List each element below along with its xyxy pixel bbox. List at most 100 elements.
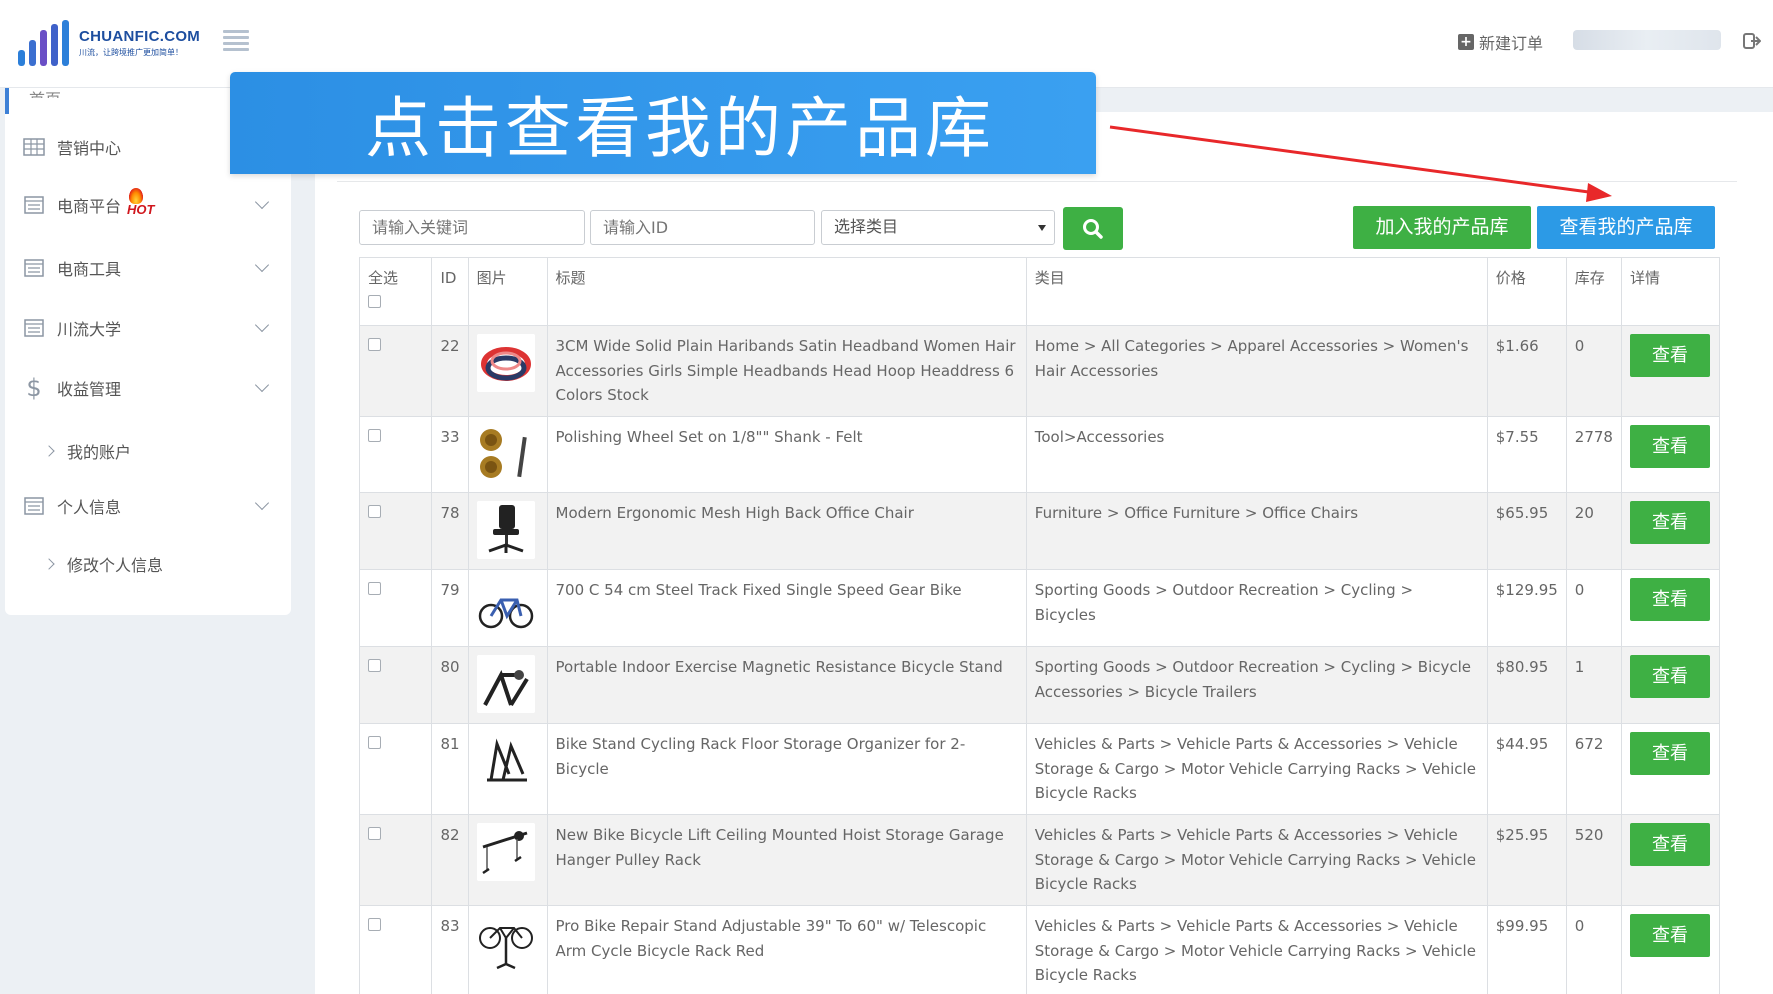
row-checkbox[interactable] xyxy=(368,827,381,840)
select-all-header: 全选 xyxy=(358,257,433,326)
row-checkbox[interactable] xyxy=(368,582,381,595)
row-id: 79 xyxy=(431,569,469,647)
row-title[interactable]: Pro Bike Repair Stand Adjustable 39" To … xyxy=(546,905,1027,994)
row-title[interactable]: Bike Stand Cycling Rack Floor Storage Or… xyxy=(546,723,1027,815)
product-table: 全选 ID 图片 标题 类目 价格 库存 详情 22 3CM Wide Soli… xyxy=(358,257,1721,994)
row-category: Vehicles & Parts > Vehicle Parts & Acces… xyxy=(1025,814,1488,906)
chevron-down-icon[interactable] xyxy=(254,257,270,273)
sidebar-subitem-label: 修改个人信息 xyxy=(67,556,164,575)
table-row: 83 Pro Bike Repair Stand Adjustable 39" … xyxy=(358,905,1721,994)
row-id: 22 xyxy=(431,325,469,417)
table-row: 78 Modern Ergonomic Mesh High Back Offic… xyxy=(358,492,1721,570)
chevron-down-icon[interactable] xyxy=(254,317,270,333)
view-detail-button[interactable]: 查看 xyxy=(1629,334,1710,377)
row-title[interactable]: 700 C 54 cm Steel Track Fixed Single Spe… xyxy=(546,569,1027,647)
chevron-down-icon[interactable] xyxy=(254,495,270,511)
row-price: $25.95 xyxy=(1486,814,1567,906)
row-stock: 0 xyxy=(1565,325,1622,417)
view-detail-button[interactable]: 查看 xyxy=(1629,425,1710,468)
table-row: 22 3CM Wide Solid Plain Haribands Satin … xyxy=(358,325,1721,417)
keyword-search-input[interactable] xyxy=(359,210,585,245)
stock-header: 库存 xyxy=(1565,257,1622,326)
sidebar-item-earnings[interactable]: $ 收益管理 xyxy=(23,376,121,400)
chevron-down-icon[interactable] xyxy=(254,194,270,210)
view-detail-button[interactable]: 查看 xyxy=(1629,732,1710,775)
sidebar-subitem-my-account[interactable]: 我的账户 xyxy=(43,439,131,463)
search-button[interactable] xyxy=(1063,207,1123,250)
row-title[interactable]: Modern Ergonomic Mesh High Back Office C… xyxy=(546,492,1027,570)
view-detail-button[interactable]: 查看 xyxy=(1629,501,1710,544)
sidebar-item-university[interactable]: 川流大学 xyxy=(23,316,121,340)
row-checkbox[interactable] xyxy=(368,918,381,931)
row-stock: 672 xyxy=(1565,723,1622,815)
row-stock: 20 xyxy=(1565,492,1622,570)
row-category: Tool>Accessories xyxy=(1025,416,1488,493)
table-row: 33 Polishing Wheel Set on 1/8"" Shank - … xyxy=(358,416,1721,493)
row-price: $80.95 xyxy=(1486,646,1567,724)
row-id: 81 xyxy=(431,723,469,815)
row-price: $44.95 xyxy=(1486,723,1567,815)
menu-toggle-icon[interactable] xyxy=(223,30,249,52)
sidebar-item-label: 川流大学 xyxy=(57,320,122,339)
row-stock: 0 xyxy=(1565,905,1622,994)
table-icon xyxy=(23,138,45,156)
row-category: Vehicles & Parts > Vehicle Parts & Acces… xyxy=(1025,723,1488,815)
view-detail-button[interactable]: 查看 xyxy=(1629,655,1710,698)
row-id: 82 xyxy=(431,814,469,906)
row-checkbox[interactable] xyxy=(368,736,381,749)
row-title[interactable]: Portable Indoor Exercise Magnetic Resist… xyxy=(546,646,1027,724)
bike-rack-image xyxy=(476,732,535,790)
category-select[interactable]: 选择类目 xyxy=(821,210,1055,245)
sidebar-item-home[interactable]: 首页 xyxy=(29,86,61,98)
row-title[interactable]: 3CM Wide Solid Plain Haribands Satin Hea… xyxy=(546,325,1027,417)
view-my-library-button[interactable]: 查看我的产品库 xyxy=(1537,206,1715,249)
list-icon xyxy=(24,196,44,214)
row-title[interactable]: Polishing Wheel Set on 1/8"" Shank - Fel… xyxy=(546,416,1027,493)
row-checkbox[interactable] xyxy=(368,338,381,351)
row-id: 83 xyxy=(431,905,469,994)
sidebar-item-personal-info[interactable]: 个人信息 xyxy=(23,494,121,518)
dollar-icon: $ xyxy=(26,374,42,402)
chevron-down-icon[interactable] xyxy=(254,377,270,393)
divider xyxy=(337,181,1737,182)
row-price: $99.95 xyxy=(1486,905,1567,994)
bicycle-image xyxy=(476,578,535,636)
sidebar-subitem-edit-profile[interactable]: 修改个人信息 xyxy=(43,552,164,576)
logo-name: CHUANFIC.COM xyxy=(79,28,201,45)
active-indicator xyxy=(5,88,9,114)
table-row: 81 Bike Stand Cycling Rack Floor Storage… xyxy=(358,723,1721,815)
caret-down-icon xyxy=(1038,225,1046,231)
logout-icon[interactable] xyxy=(1743,32,1761,50)
add-to-my-library-button[interactable]: 加入我的产品库 xyxy=(1353,206,1531,249)
callout-banner: 点击查看我的产品库 xyxy=(230,72,1096,174)
row-title[interactable]: New Bike Bicycle Lift Ceiling Mounted Ho… xyxy=(546,814,1027,906)
table-header-row: 全选 ID 图片 标题 类目 价格 库存 详情 xyxy=(358,257,1721,326)
view-detail-button[interactable]: 查看 xyxy=(1629,578,1710,621)
user-name-blurred[interactable] xyxy=(1573,30,1721,50)
sidebar-item-ecommerce-platform[interactable]: 电商平台 HOT xyxy=(23,187,154,217)
row-stock: 520 xyxy=(1565,814,1622,906)
logo-slogan: 川流，让跨境推广更加简单！ xyxy=(79,48,183,57)
new-order-label: 新建订单 xyxy=(1479,34,1544,53)
id-search-input[interactable] xyxy=(590,210,815,245)
sidebar-item-marketing[interactable]: 营销中心 xyxy=(23,135,121,159)
row-price: $129.95 xyxy=(1486,569,1567,647)
row-stock: 0 xyxy=(1565,569,1622,647)
logo[interactable]: CHUANFIC.COM 川流，让跨境推广更加简单！ xyxy=(18,18,201,68)
row-stock: 2778 xyxy=(1565,416,1622,493)
row-id: 78 xyxy=(431,492,469,570)
headband-image xyxy=(476,334,535,392)
id-header: ID xyxy=(431,257,469,326)
select-all-checkbox[interactable] xyxy=(368,294,381,308)
sidebar-item-ecommerce-tools[interactable]: 电商工具 xyxy=(23,256,121,280)
callout-banner-text: 点击查看我的产品库 xyxy=(365,90,995,167)
view-detail-button[interactable]: 查看 xyxy=(1629,914,1710,957)
logo-bars-icon xyxy=(18,20,69,66)
sidebar-item-label: 个人信息 xyxy=(57,498,122,517)
new-order-button[interactable]: + 新建订单 xyxy=(1458,30,1543,54)
table-row: 79 700 C 54 cm Steel Track Fixed Single … xyxy=(358,569,1721,647)
row-checkbox[interactable] xyxy=(368,505,381,518)
row-checkbox[interactable] xyxy=(368,659,381,672)
row-checkbox[interactable] xyxy=(368,429,381,442)
view-detail-button[interactable]: 查看 xyxy=(1629,823,1710,866)
